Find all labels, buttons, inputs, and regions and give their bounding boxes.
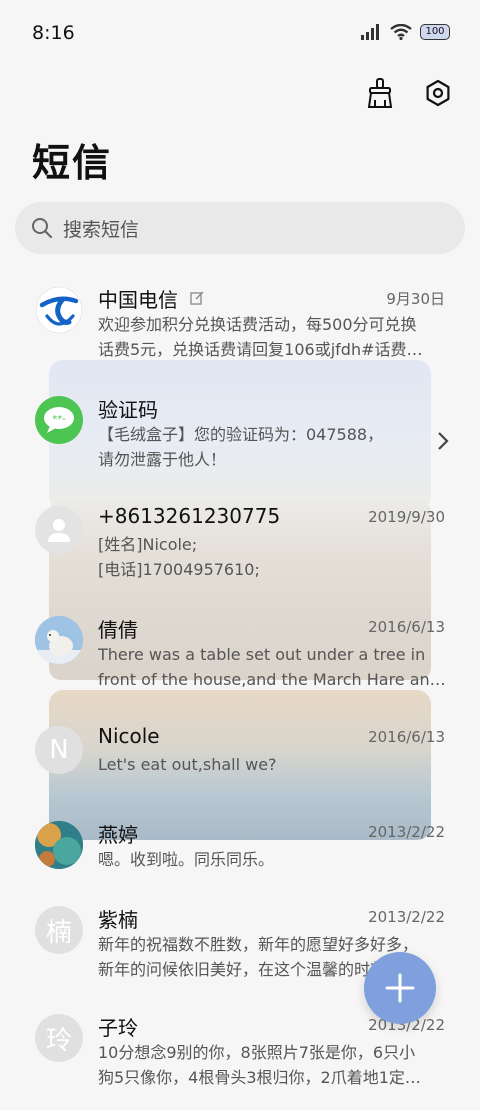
thread-date: 2016/6/13 bbox=[368, 728, 445, 746]
avatar bbox=[35, 506, 83, 554]
clean-button[interactable] bbox=[364, 76, 396, 110]
thread-name: 倩倩 bbox=[98, 618, 138, 642]
thread-date: 2016/6/13 bbox=[368, 618, 445, 636]
wifi-icon bbox=[390, 24, 412, 40]
thread-item[interactable]: N Nicole 2016/6/13 Let's eat out,shall w… bbox=[0, 712, 480, 822]
draft-edit-icon bbox=[190, 291, 204, 305]
avatar bbox=[35, 821, 83, 869]
thread-item[interactable]: +8613261230775 2019/9/30 [姓名]Nicole; [电话… bbox=[0, 492, 480, 602]
broom-icon bbox=[367, 78, 393, 108]
thread-preview: 嗯。收到啦。同乐同乐。 bbox=[98, 850, 275, 869]
thread-date: 2013/2/22 bbox=[368, 908, 445, 926]
avatar bbox=[35, 616, 83, 664]
thread-preview: Let's eat out,shall we? bbox=[98, 755, 277, 774]
thread-name: 中国电信 bbox=[98, 284, 204, 313]
chevron-right-icon[interactable] bbox=[436, 430, 450, 452]
thread-item[interactable]: **- 验证码 【毛绒盒子】您的验证码为：047588， 请勿泄露于他人！ bbox=[0, 382, 480, 492]
thread-preview: 【毛绒盒子】您的验证码为：047588， 请勿泄露于他人！ bbox=[98, 425, 384, 469]
svg-text:**-: **- bbox=[52, 414, 66, 425]
thread-preview: 欢迎参加积分兑换话费活动，每500分可兑换 话费5元，兑换话费请回复106或jf… bbox=[98, 315, 423, 359]
thread-name: 燕婷 bbox=[98, 823, 138, 847]
status-time: 8:16 bbox=[32, 22, 75, 44]
thread-date: 2013/2/22 bbox=[368, 823, 445, 841]
status-icons: 100 bbox=[360, 24, 450, 40]
new-message-button[interactable] bbox=[364, 952, 436, 1024]
thread-name: 子玲 bbox=[98, 1016, 138, 1040]
avatar bbox=[35, 286, 83, 334]
person-icon bbox=[48, 519, 70, 542]
avatar: **- bbox=[35, 396, 83, 444]
avatar: 玲 bbox=[35, 1014, 83, 1062]
search-bar[interactable]: 搜索短信 bbox=[15, 202, 465, 254]
signal-icon bbox=[361, 24, 379, 40]
avatar: 楠 bbox=[35, 906, 83, 954]
thread-item[interactable]: 中国电信 9月30日 欢迎参加积分兑换话费活动，每500分可兑换 话费5元，兑换… bbox=[0, 272, 480, 382]
page-title: 短信 bbox=[32, 141, 113, 185]
thread-date: 2019/9/30 bbox=[368, 508, 445, 526]
thread-preview: 10分想念9别的你，8张照片7张是你，6只小 狗5只像你，4根骨头3根归你，2爪… bbox=[98, 1043, 421, 1087]
top-actions bbox=[364, 76, 454, 110]
search-icon bbox=[32, 218, 53, 239]
thread-item[interactable]: 倩倩 2016/6/13 There was a table set out u… bbox=[0, 602, 480, 712]
thread-preview: There was a table set out under a tree i… bbox=[98, 645, 446, 689]
settings-button[interactable] bbox=[422, 76, 454, 110]
search-placeholder: 搜索短信 bbox=[63, 218, 140, 241]
avatar: N bbox=[35, 726, 83, 774]
settings-icon bbox=[426, 79, 450, 107]
plus-icon bbox=[385, 973, 415, 1003]
thread-preview: [姓名]Nicole; [电话]17004957610; bbox=[98, 535, 260, 579]
thread-name: 紫楠 bbox=[98, 908, 138, 932]
thread-name: Nicole bbox=[98, 724, 160, 748]
battery-indicator: 100 bbox=[420, 24, 450, 40]
coral-photo-icon bbox=[35, 821, 83, 869]
china-telecom-logo-icon bbox=[35, 286, 83, 334]
thread-name: 验证码 bbox=[98, 398, 158, 422]
sms-bubble-icon: **- bbox=[44, 407, 74, 433]
status-bar: 8:16 100 bbox=[0, 0, 480, 68]
thread-date: 9月30日 bbox=[386, 290, 445, 308]
thread-name: +8613261230775 bbox=[98, 504, 281, 528]
polar-bear-photo-icon bbox=[35, 616, 83, 664]
